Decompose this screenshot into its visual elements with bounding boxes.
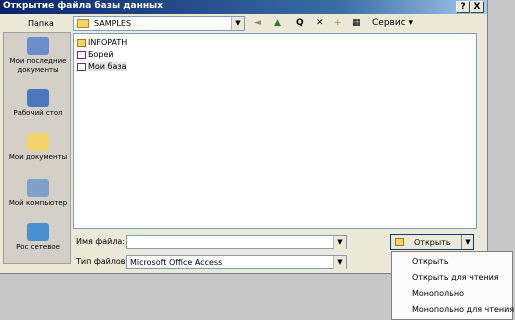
open-database-dialog: Открытие файла базы данных ? X Папка SAM… bbox=[0, 0, 488, 274]
close-button[interactable]: X bbox=[470, 1, 484, 13]
open-button-label: Открыть bbox=[414, 238, 451, 247]
help-button[interactable]: ? bbox=[456, 1, 470, 13]
delete-icon[interactable]: ✕ bbox=[316, 17, 324, 30]
open-button[interactable]: Открыть ▼ bbox=[390, 234, 474, 250]
menu-item-open[interactable]: Открыть bbox=[412, 257, 449, 266]
title-bar: Открытие файла базы данных ? X bbox=[0, 0, 487, 14]
place-label: Рабочий стол bbox=[13, 109, 63, 117]
filename-input[interactable]: ▼ bbox=[126, 235, 347, 249]
desktop-icon bbox=[27, 89, 49, 107]
chevron-down-icon[interactable]: ▼ bbox=[333, 256, 346, 269]
access-database-icon bbox=[77, 62, 86, 71]
filetype-value: Microsoft Office Access bbox=[130, 258, 223, 267]
menu-item-open-readonly[interactable]: Открыть для чтения bbox=[412, 273, 499, 282]
my-computer-icon bbox=[27, 179, 49, 197]
lookin-dropdown[interactable]: SAMPLES ▼ bbox=[73, 16, 245, 31]
place-my-documents[interactable]: Мои документы bbox=[4, 133, 72, 162]
list-item[interactable]: Борей bbox=[77, 49, 114, 60]
place-label: Мой компьютер bbox=[8, 199, 68, 207]
menu-item-exclusive-readonly[interactable]: Монопольно для чтения bbox=[412, 305, 514, 314]
file-name: INFOPATH bbox=[88, 38, 128, 47]
access-database-icon bbox=[77, 50, 86, 59]
lookin-label: Папка bbox=[28, 19, 54, 28]
folder-icon bbox=[77, 38, 86, 47]
filetype-select[interactable]: Microsoft Office Access ▼ bbox=[126, 255, 347, 269]
list-item[interactable]: INFOPATH bbox=[77, 37, 127, 48]
place-desktop[interactable]: Рабочий стол bbox=[4, 89, 72, 118]
chevron-down-icon[interactable]: ▼ bbox=[333, 236, 346, 249]
place-label: Мои документы bbox=[8, 153, 68, 161]
up-folder-icon[interactable]: ▲ bbox=[274, 17, 281, 30]
lookin-value: SAMPLES bbox=[94, 19, 132, 28]
chevron-down-icon[interactable]: ▼ bbox=[231, 17, 244, 30]
views-icon[interactable]: ▦ bbox=[352, 17, 361, 30]
tools-label: Сервис bbox=[372, 18, 406, 28]
open-options-dropdown[interactable]: ▼ bbox=[461, 235, 474, 249]
place-label: Мои последние документы bbox=[9, 57, 67, 74]
window-title: Открытие файла базы данных bbox=[3, 1, 164, 11]
filetype-label: Тип файлов: bbox=[76, 257, 129, 266]
filename-label: Имя файла: bbox=[76, 237, 126, 246]
toolbar: ◄ ▲ Q ✕ + ▦ Сервис ▾ bbox=[250, 16, 450, 32]
place-network[interactable]: Рос сетевое bbox=[4, 223, 72, 252]
list-item[interactable]: Мои база bbox=[77, 61, 127, 72]
search-web-icon[interactable]: Q bbox=[296, 17, 304, 30]
new-folder-icon[interactable]: + bbox=[334, 17, 342, 30]
places-bar: Мои последние документы Рабочий стол Мои… bbox=[3, 32, 71, 264]
place-my-computer[interactable]: Мой компьютер bbox=[4, 179, 72, 208]
open-folder-icon bbox=[395, 238, 404, 246]
back-icon[interactable]: ◄ bbox=[254, 17, 261, 30]
place-recent[interactable]: Мои последние документы bbox=[4, 37, 72, 75]
file-name: Борей bbox=[88, 50, 114, 59]
network-places-icon bbox=[27, 223, 49, 241]
open-options-menu: Открыть Открыть для чтения Монопольно Мо… bbox=[391, 251, 514, 320]
tools-menu-button[interactable]: Сервис ▾ bbox=[372, 17, 413, 30]
file-name: Мои база bbox=[88, 62, 127, 71]
file-list[interactable]: INFOPATH Борей Мои база bbox=[73, 33, 477, 229]
my-documents-icon bbox=[27, 133, 49, 151]
menu-item-exclusive[interactable]: Монопольно bbox=[412, 289, 464, 298]
place-label: Рос сетевое bbox=[16, 243, 60, 251]
folder-icon bbox=[77, 19, 89, 28]
recent-documents-icon bbox=[27, 37, 49, 55]
